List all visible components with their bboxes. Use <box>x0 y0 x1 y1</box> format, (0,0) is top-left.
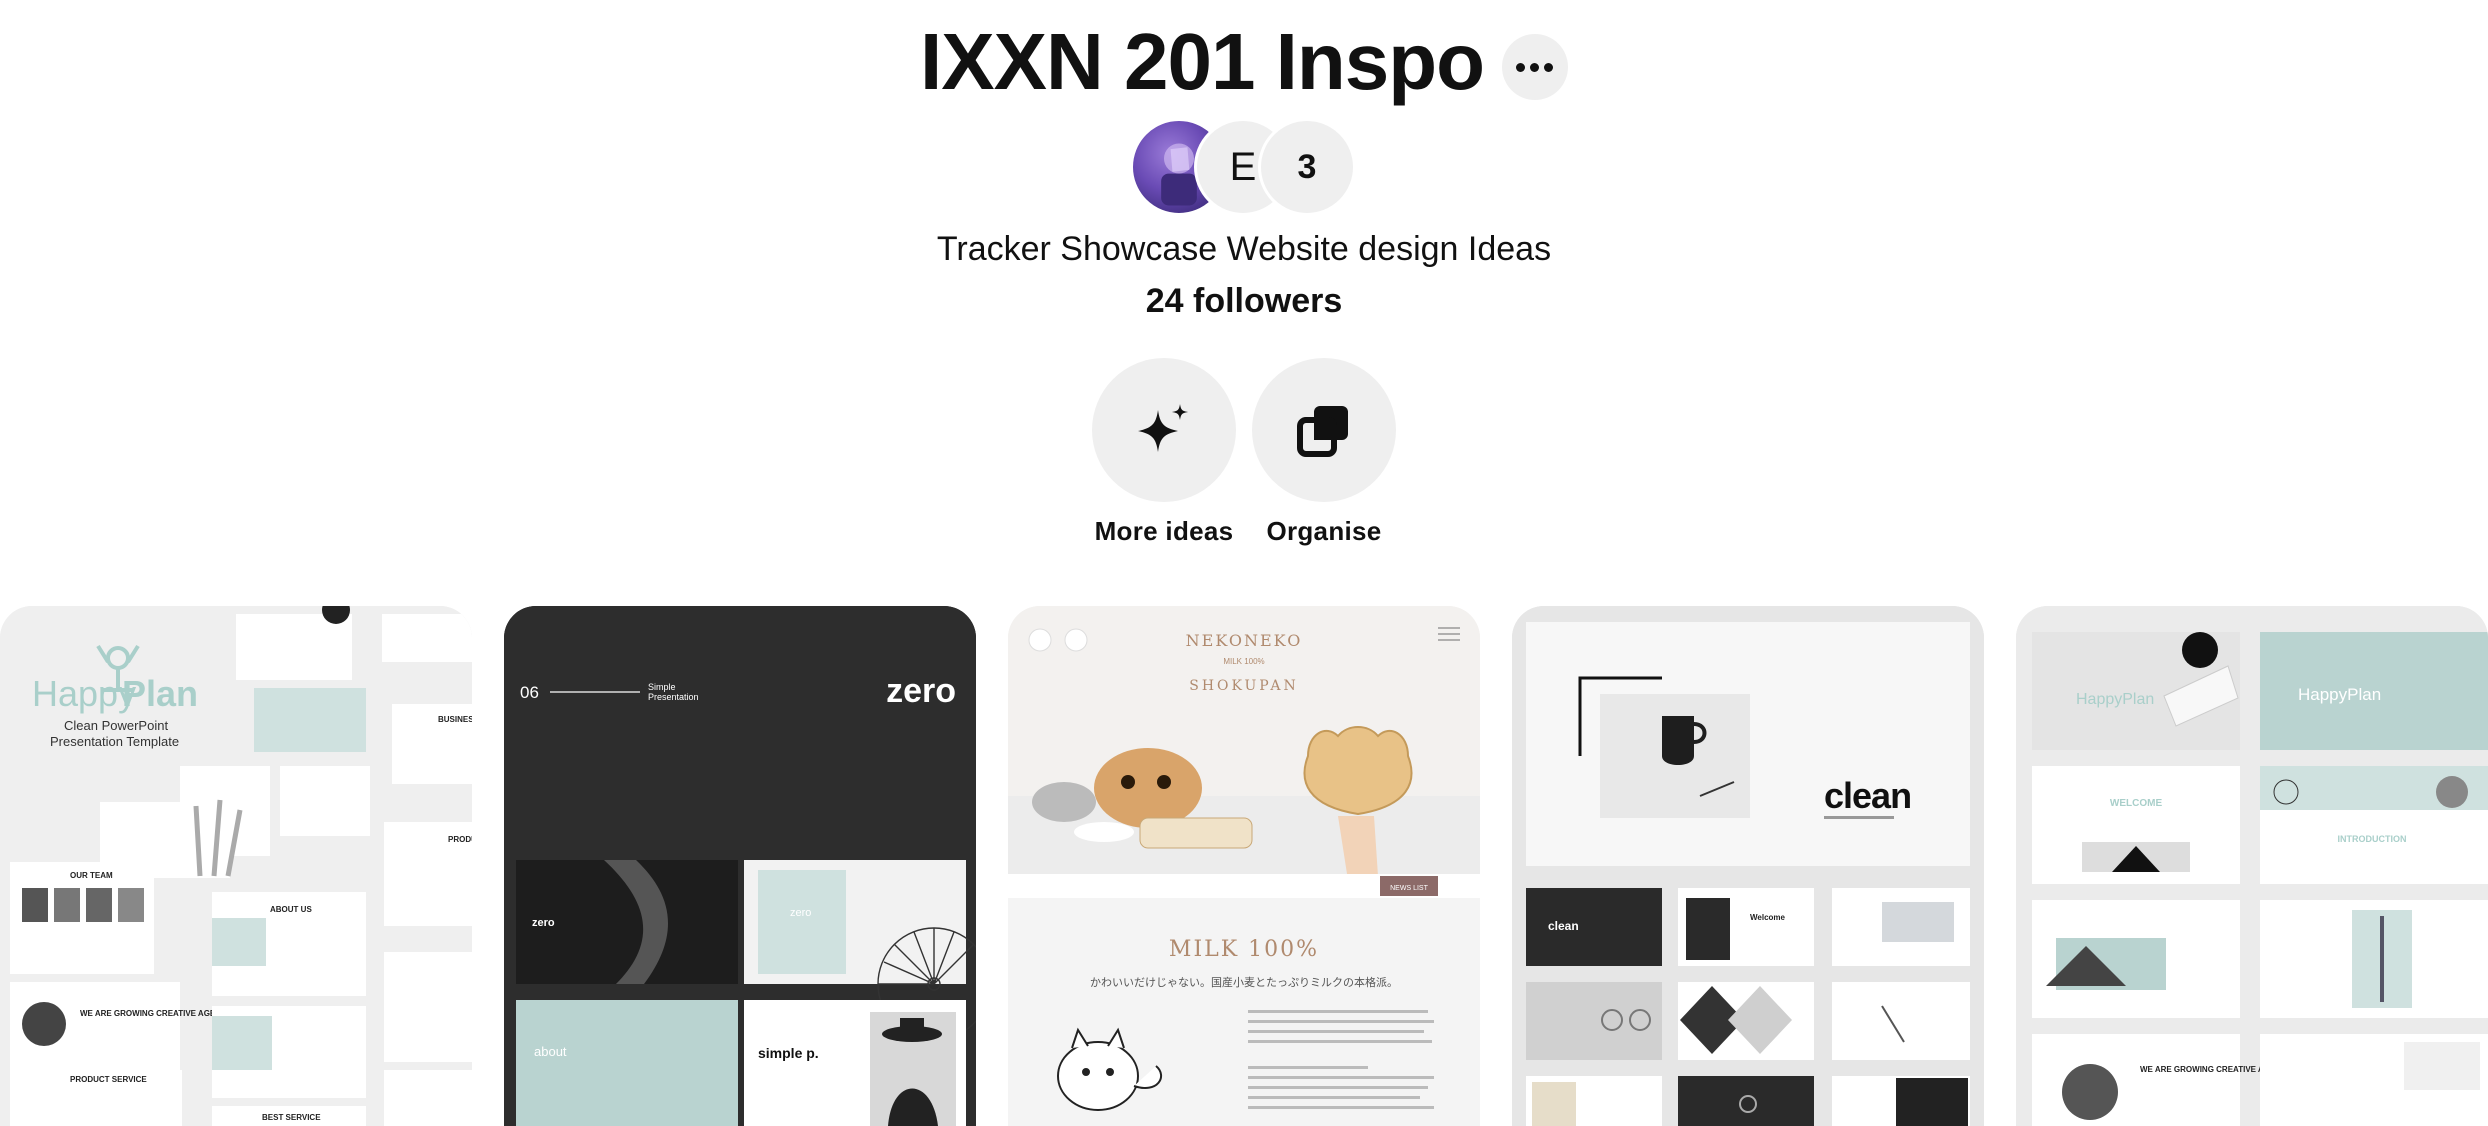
product-label: PRODU <box>448 835 472 844</box>
pin-zero[interactable]: 06 Simple Presentation zero zero zero ab… <box>504 606 976 1126</box>
sparkle-icon <box>1138 404 1188 452</box>
product-service-label: PRODUCT SERVICE <box>70 1075 147 1084</box>
ellipsis-icon <box>1516 62 1526 72</box>
pin-zero-image: 06 Simple Presentation zero zero zero ab… <box>504 606 976 1126</box>
pin-nekoneko-image: NEKONEKO MILK 100% SHOKUPAN NEWS LIST MI… <box>1008 606 1480 1126</box>
welcome-label: Welcome <box>1750 913 1786 922</box>
presentation-label: Presentation <box>648 692 699 702</box>
neko-arc: SHOKUPAN <box>1189 678 1299 694</box>
board-actions: More ideas Organise <box>0 358 2488 548</box>
simple-label: Simple <box>648 682 676 692</box>
slide-number: 06 <box>520 683 539 702</box>
collaborator-avatars[interactable]: E 3 <box>1130 118 1360 216</box>
slide-b-label: zero <box>790 907 811 919</box>
business-label: BUSINESS <box>438 715 472 724</box>
pin-happyplan-mint-image: HappyPlan HappyPlan WELCOME INTRODUCTION… <box>2016 606 2488 1126</box>
happyplan-brand: HappyPlan <box>2076 691 2154 708</box>
neko-sub: MILK 100% <box>1223 657 1264 666</box>
pin-nekoneko[interactable]: NEKONEKO MILK 100% SHOKUPAN NEWS LIST MI… <box>1008 606 1480 1126</box>
board-title: IXXN 201 Inspo <box>920 17 1485 106</box>
happyplan-brand-2: HappyPlan <box>2298 685 2381 704</box>
pin-clean[interactable]: clean clean Welcome <box>1512 606 1984 1126</box>
organise-circle[interactable] <box>1252 358 1396 502</box>
clean-slide-a: clean <box>1548 919 1579 933</box>
more-ideas-button[interactable]: More ideas <box>1092 358 1236 548</box>
slide-c-label: about <box>534 1044 567 1059</box>
organise-icon <box>1297 406 1348 457</box>
slide-d-label: simple p. <box>758 1045 819 1061</box>
subtitle-1: Clean PowerPoint <box>64 718 168 733</box>
milk-headline: MILK 100% <box>1169 937 1319 962</box>
neko-brand: NEKONEKO <box>1186 631 1303 650</box>
pin-happyplan[interactable]: Happy Plan Clean PowerPoint Presentation… <box>0 606 472 1126</box>
more-options-button[interactable] <box>1501 34 1568 100</box>
follower-count[interactable]: 24 followers <box>0 278 2488 324</box>
organise-label: Organise <box>1266 516 1382 546</box>
news-list-label: NEWS LIST <box>1390 885 1428 892</box>
more-ideas-label: More ideas <box>1094 516 1234 546</box>
pin-grid: Happy Plan Clean PowerPoint Presentation… <box>0 606 2488 1126</box>
slide-a-label: zero <box>532 917 555 929</box>
pin-happyplan-image: Happy Plan Clean PowerPoint Presentation… <box>0 606 472 1126</box>
pin-happyplan-mint[interactable]: HappyPlan HappyPlan WELCOME INTRODUCTION… <box>2016 606 2488 1126</box>
our-team-label: OUR TEAM <box>70 871 113 880</box>
milk-tagline: かわいいだけじゃない。国産小麦とたっぷりミルクの本格派。 <box>1090 975 1398 989</box>
board-description: Tracker Showcase Website design Ideas <box>936 230 1552 268</box>
welcome-heading: WELCOME <box>2110 798 2163 809</box>
subtitle-2: Presentation Template <box>50 734 179 749</box>
clean-brand: clean <box>1824 775 1911 816</box>
brand-plan: Plan <box>122 673 198 714</box>
brand-happy: Happy <box>32 673 136 714</box>
board-header: IXXN 201 Inspo E 3 Tracker Showcase Webs… <box>0 0 2488 600</box>
title-row: IXXN 201 Inspo <box>0 14 2488 110</box>
collaborator-count[interactable]: 3 <box>1258 118 1356 216</box>
organise-button[interactable]: Organise <box>1252 358 1396 548</box>
best-service-label: BEST SERVICE <box>262 1113 321 1122</box>
zero-brand: zero <box>886 672 956 710</box>
more-ideas-circle[interactable] <box>1092 358 1236 502</box>
pin-clean-image: clean clean Welcome <box>1512 606 1984 1126</box>
about-label: ABOUT US <box>270 905 312 914</box>
intro-heading: INTRODUCTION <box>2338 834 2407 844</box>
